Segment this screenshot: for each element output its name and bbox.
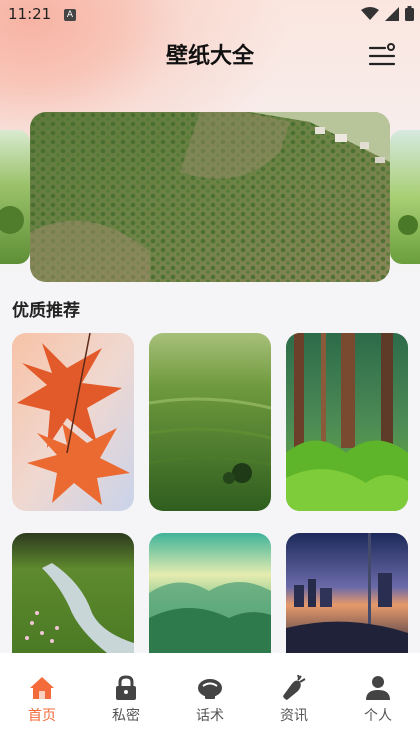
menu-icon [368,43,396,66]
nav-label-profile: 个人 [364,708,392,724]
person-icon [366,676,390,700]
menu-button[interactable] [366,42,398,70]
page-title: 壁纸大全 [165,44,254,69]
wallpaper-card-maple[interactable] [12,333,134,511]
wallpaper-card-misty-mountains[interactable] [149,533,271,653]
status-bar: 11:21 A [0,0,420,30]
nav-label-home: 首页 [28,708,56,724]
chat-bowl-icon [198,679,222,699]
nav-item-private[interactable]: 私密 [84,653,168,746]
nav-item-scripts[interactable]: 话术 [168,653,252,746]
banner-image[interactable] [30,112,390,282]
nav-label-private: 私密 [112,708,140,724]
wallpaper-card-city-night[interactable] [286,533,408,653]
nav-item-news[interactable]: 资讯 [252,653,336,746]
battery-icon [405,6,414,21]
wallpaper-card-green-field[interactable] [149,333,271,511]
nav-label-scripts: 话术 [196,708,224,724]
carrot-icon [283,675,306,700]
nav-label-news: 资讯 [280,708,308,724]
lock-icon [116,675,136,700]
wallpaper-card-forest[interactable] [286,333,408,511]
notification-badge: A [64,9,76,21]
signal-icon [385,6,399,21]
bottom-navigation: 首页 私密 话术 资讯 个人 [0,653,420,746]
home-icon [30,677,54,699]
wifi-icon [361,6,379,20]
nav-item-home[interactable]: 首页 [0,653,84,746]
section-title: 优质推荐 [12,301,80,321]
wallpaper-card-stream[interactable] [12,533,134,653]
banner-next-image[interactable] [390,130,420,264]
banner-carousel[interactable] [0,112,420,282]
status-icons [361,6,414,21]
banner-prev-image[interactable] [0,130,30,264]
nav-item-profile[interactable]: 个人 [336,653,420,746]
status-time: 11:21 [8,5,52,23]
